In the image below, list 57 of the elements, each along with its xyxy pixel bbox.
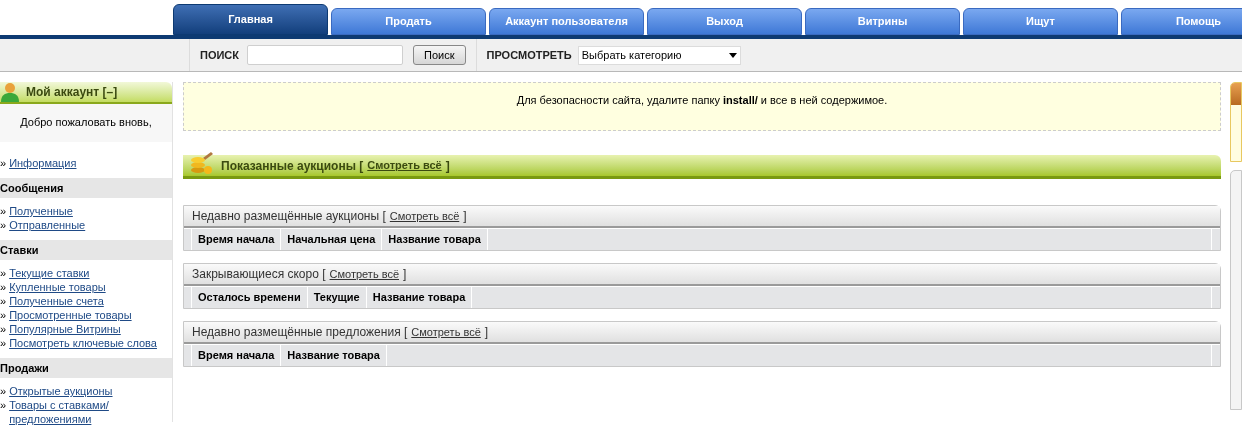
bracket-mark: ] <box>463 208 467 225</box>
search-label: ПОИСК <box>200 47 240 63</box>
category-select[interactable]: Выбрать категорию <box>577 45 741 65</box>
column-header: Название товара <box>281 345 387 366</box>
coins-icon <box>189 149 215 176</box>
search-field[interactable] <box>247 45 404 65</box>
featured-title: Показанные аукционы [ <box>221 157 364 175</box>
view-all-link[interactable]: Смотреть всё <box>411 323 481 341</box>
sidebar-link[interactable]: Информация <box>9 156 77 170</box>
bullet-mark: » <box>0 266 7 280</box>
sidebar-link[interactable]: Отправленные <box>9 218 86 232</box>
bullet-mark: » <box>0 218 7 232</box>
sidebar-link[interactable]: Товары с ставками/предложениями <box>9 398 172 426</box>
nav-tab[interactable]: Главная <box>173 4 328 35</box>
caret-icon <box>728 52 737 58</box>
column-header: Начальная цена <box>281 229 383 250</box>
view-all-link[interactable]: Смотреть всё <box>389 207 460 225</box>
bullet-mark: » <box>0 398 7 412</box>
search-button[interactable]: Поиск <box>413 45 466 65</box>
sidebar-link[interactable]: Посмотреть ключевые слова <box>9 336 157 350</box>
column-header: Текущие <box>307 287 367 308</box>
bullet-mark: » <box>0 336 7 350</box>
column-header: Время начала <box>192 345 282 366</box>
browse-label: ПРОСМОТРЕТЬ <box>486 47 572 63</box>
bullet-mark: » <box>0 294 7 308</box>
notice-text: Для безопасности сайта, удалите папку install/ и все в ней содержимое. <box>516 93 888 108</box>
column-header: Время начала <box>192 229 282 250</box>
user-icon <box>0 82 20 102</box>
view-all-link[interactable]: Смотреть всё <box>329 265 399 283</box>
table-title: Недавно размещённые аукционы [ <box>192 208 386 225</box>
column-header: Название товара <box>366 287 473 308</box>
sidebar-link[interactable]: Популярные Витрины <box>9 322 121 336</box>
view-all-link[interactable]: Смотреть всё <box>367 157 442 174</box>
table-title: Закрывающиеся скоро [ <box>192 266 326 283</box>
section-heading: Сообщения <box>0 178 172 198</box>
section-heading: Ставки <box>0 240 172 260</box>
sidebar-title: Мой аккаунт [–] <box>26 84 118 101</box>
bullet-mark: » <box>0 204 7 218</box>
bullet-mark: » <box>0 308 7 322</box>
table-title: Недавно размещённые предложения [ <box>192 324 408 341</box>
bracket-mark: ] <box>403 266 407 283</box>
sidebar-link[interactable]: Полученные счета <box>9 294 104 308</box>
bullet-mark: » <box>0 280 7 294</box>
column-header: Название товара <box>382 229 488 250</box>
bracket-mark: ] <box>484 324 489 341</box>
sidebar-link[interactable]: Открытые аукционы <box>9 384 113 398</box>
sidebar-link[interactable]: Просмотренные товары <box>9 308 132 322</box>
sidebar-link[interactable]: Купленные товары <box>9 280 106 294</box>
bullet-mark: » <box>0 322 7 336</box>
section-heading: Продажи <box>0 358 172 378</box>
welcome-text: Добро пожаловать вновь, <box>0 104 172 142</box>
column-header: Осталось времени <box>192 287 308 308</box>
sidebar-link[interactable]: Полученные <box>9 204 73 218</box>
bullet-mark: » <box>0 384 7 398</box>
bracket-mark: ] <box>445 157 450 175</box>
bullet-mark: » <box>0 156 7 170</box>
sidebar-link[interactable]: Текущие ставки <box>9 266 90 280</box>
